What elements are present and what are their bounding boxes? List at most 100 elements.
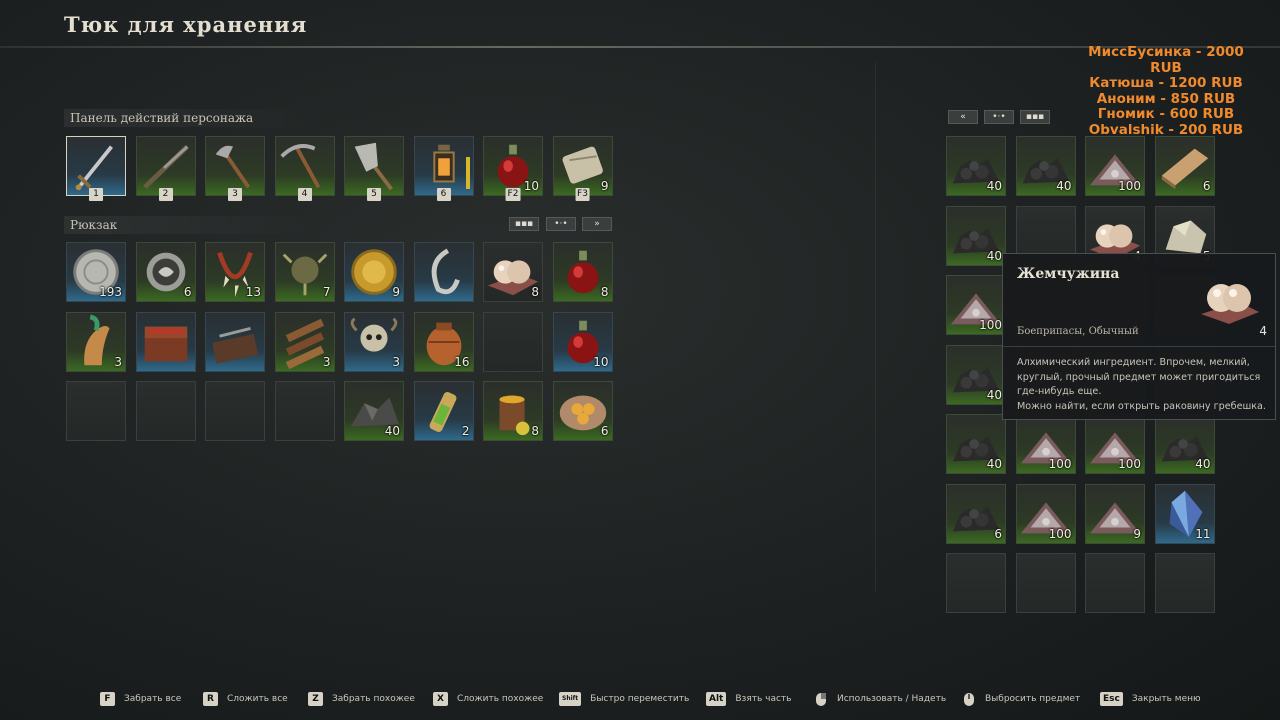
hint-store-similar[interactable]: X Сложить похожее (433, 690, 543, 708)
donor-line: МиссБусинка - 2000 RUB (1088, 44, 1244, 76)
key-badge: Alt (706, 692, 727, 706)
hint-use-equip[interactable]: Использовать / Надеть (815, 690, 946, 708)
item-quantity: 10 (523, 179, 539, 193)
hint-label: Использовать / Надеть (837, 694, 947, 704)
tooltip-description-text: Алхимический ингредиент. Впрочем, мелкий… (1017, 357, 1261, 398)
empty-slot[interactable] (946, 553, 1006, 613)
action-slot[interactable]: 4 (274, 136, 335, 201)
hotkey-badge: 6 (436, 188, 451, 201)
action-slot[interactable]: 2 (135, 136, 196, 201)
empty-slot[interactable] (1154, 553, 1215, 613)
hint-split[interactable]: Alt Взять часть (706, 690, 791, 708)
action-slot[interactable]: 6 (413, 136, 474, 201)
item-quantity: 8 (600, 285, 609, 299)
storage-slot[interactable]: 100 (1085, 414, 1145, 474)
storage-slot[interactable]: 9 (1085, 483, 1145, 544)
storage-slot[interactable]: 100 (1085, 136, 1145, 196)
empty-slot[interactable] (135, 381, 196, 441)
musket-icon (142, 144, 189, 190)
storage-slot[interactable]: 100 (946, 275, 1006, 335)
backpack-slot[interactable]: 6 (135, 242, 196, 302)
action-slot[interactable]: 10 F2 (483, 136, 543, 201)
hint-store-all[interactable]: R Сложить все (203, 690, 288, 708)
backpack-slot[interactable]: 40 (344, 381, 404, 441)
item-quantity: 40 (384, 424, 400, 438)
hint-take-similar[interactable]: Z Забрать похожее (308, 690, 415, 708)
empty-slot[interactable] (1015, 553, 1076, 613)
backpack-slot[interactable] (413, 242, 474, 302)
storage-slot[interactable]: 40 (946, 344, 1006, 405)
backpack-slot[interactable]: 6 (552, 381, 613, 441)
item-quantity: 100 (979, 318, 1002, 332)
hint-label: Взять часть (735, 694, 792, 704)
storage-slot[interactable]: 40 (946, 414, 1006, 474)
backpack-sort-button[interactable]: ▪▪▪ (509, 217, 539, 231)
backpack-slot[interactable]: 10 (552, 311, 613, 372)
storage-slot[interactable]: 100 (1015, 483, 1076, 544)
backpack-slot[interactable]: 8 (483, 242, 543, 302)
action-slot[interactable]: 3 (205, 136, 265, 201)
item-quantity: 11 (1195, 526, 1211, 541)
item-quantity: 8 (531, 424, 539, 438)
empty-slot[interactable] (274, 381, 335, 441)
backpack-slot[interactable]: 3 (344, 311, 404, 372)
empty-slot[interactable] (1085, 553, 1145, 613)
item-quantity: 16 (454, 354, 470, 369)
backpack-slot[interactable]: 8 (483, 381, 543, 441)
panel-divider (875, 62, 876, 592)
backpack-slot[interactable]: 3 (66, 311, 126, 372)
storage-slot[interactable]: 40 (946, 205, 1006, 266)
hint-quick-move[interactable]: Shift Быстро переместить (559, 690, 689, 708)
window-title: Тюк для хранения (64, 12, 308, 37)
backpack-slot[interactable]: 13 (205, 242, 265, 302)
backpack-slot[interactable] (205, 311, 265, 372)
backpack-slot[interactable]: 2 (413, 381, 474, 441)
item-quantity: 40 (1056, 179, 1072, 193)
backpack-slot[interactable] (135, 311, 196, 372)
storage-slot[interactable]: 100 (1015, 414, 1076, 474)
item-quantity: 9 (1133, 526, 1141, 541)
empty-slot[interactable] (66, 381, 126, 441)
backpack-slot[interactable]: 8 (552, 242, 613, 302)
storage-slot[interactable]: 40 (1015, 136, 1076, 196)
hint-take-all[interactable]: F Забрать все (100, 690, 181, 708)
item-quantity: 3 (322, 354, 331, 369)
backpack-slot[interactable]: 7 (274, 242, 335, 302)
hotkey-badge: 4 (297, 188, 312, 201)
backpack-transfer-button[interactable]: » (582, 217, 612, 231)
hint-label: Сложить все (227, 694, 288, 704)
hint-label: Выбросить предмет (985, 694, 1081, 704)
hotkey-badge: 1 (89, 188, 103, 201)
storage-slot[interactable]: 6 (1154, 136, 1215, 196)
storage-stack-button[interactable]: •·• (984, 110, 1014, 124)
storage-slot[interactable]: 40 (1154, 414, 1215, 474)
backpack-slot[interactable]: 193 (66, 242, 126, 302)
action-slot[interactable]: 5 (344, 136, 404, 201)
hotkey-badge: 3 (228, 188, 242, 201)
empty-slot[interactable] (483, 311, 543, 372)
hint-label: Сложить похожее (457, 694, 544, 704)
key-badge: Esc (1100, 692, 1123, 706)
empty-slot[interactable] (205, 381, 265, 441)
storage-slot[interactable]: 11 (1154, 483, 1215, 544)
tooltip-item-name: Жемчужина (1017, 266, 1120, 282)
action-slot[interactable]: 9 F3 (552, 136, 613, 201)
storage-slot[interactable]: 6 (946, 483, 1006, 544)
backpack-slot[interactable]: 3 (274, 311, 335, 372)
item-quantity: 10 (593, 354, 609, 369)
hint-drop-item[interactable]: Выбросить предмет (963, 690, 1080, 708)
action-slot[interactable]: 1 (66, 136, 126, 201)
tooltip-item-quantity: 4 (1259, 324, 1267, 338)
storage-slot[interactable]: 40 (946, 136, 1006, 196)
item-quantity: 9 (600, 179, 609, 193)
storage-transfer-button[interactable]: « (948, 110, 978, 124)
key-badge: R (203, 692, 218, 706)
storage-sort-button[interactable]: ▪▪▪ (1020, 110, 1050, 124)
backpack-stack-button[interactable]: •·• (546, 217, 576, 231)
item-quantity: 2 (461, 424, 470, 438)
backpack-slot[interactable]: 9 (344, 242, 404, 302)
hint-close-menu[interactable]: Esc Закрыть меню (1100, 690, 1201, 708)
backpack-slot[interactable]: 16 (413, 311, 474, 372)
item-quantity: 13 (245, 285, 261, 299)
item-quantity: 100 (1118, 457, 1141, 471)
